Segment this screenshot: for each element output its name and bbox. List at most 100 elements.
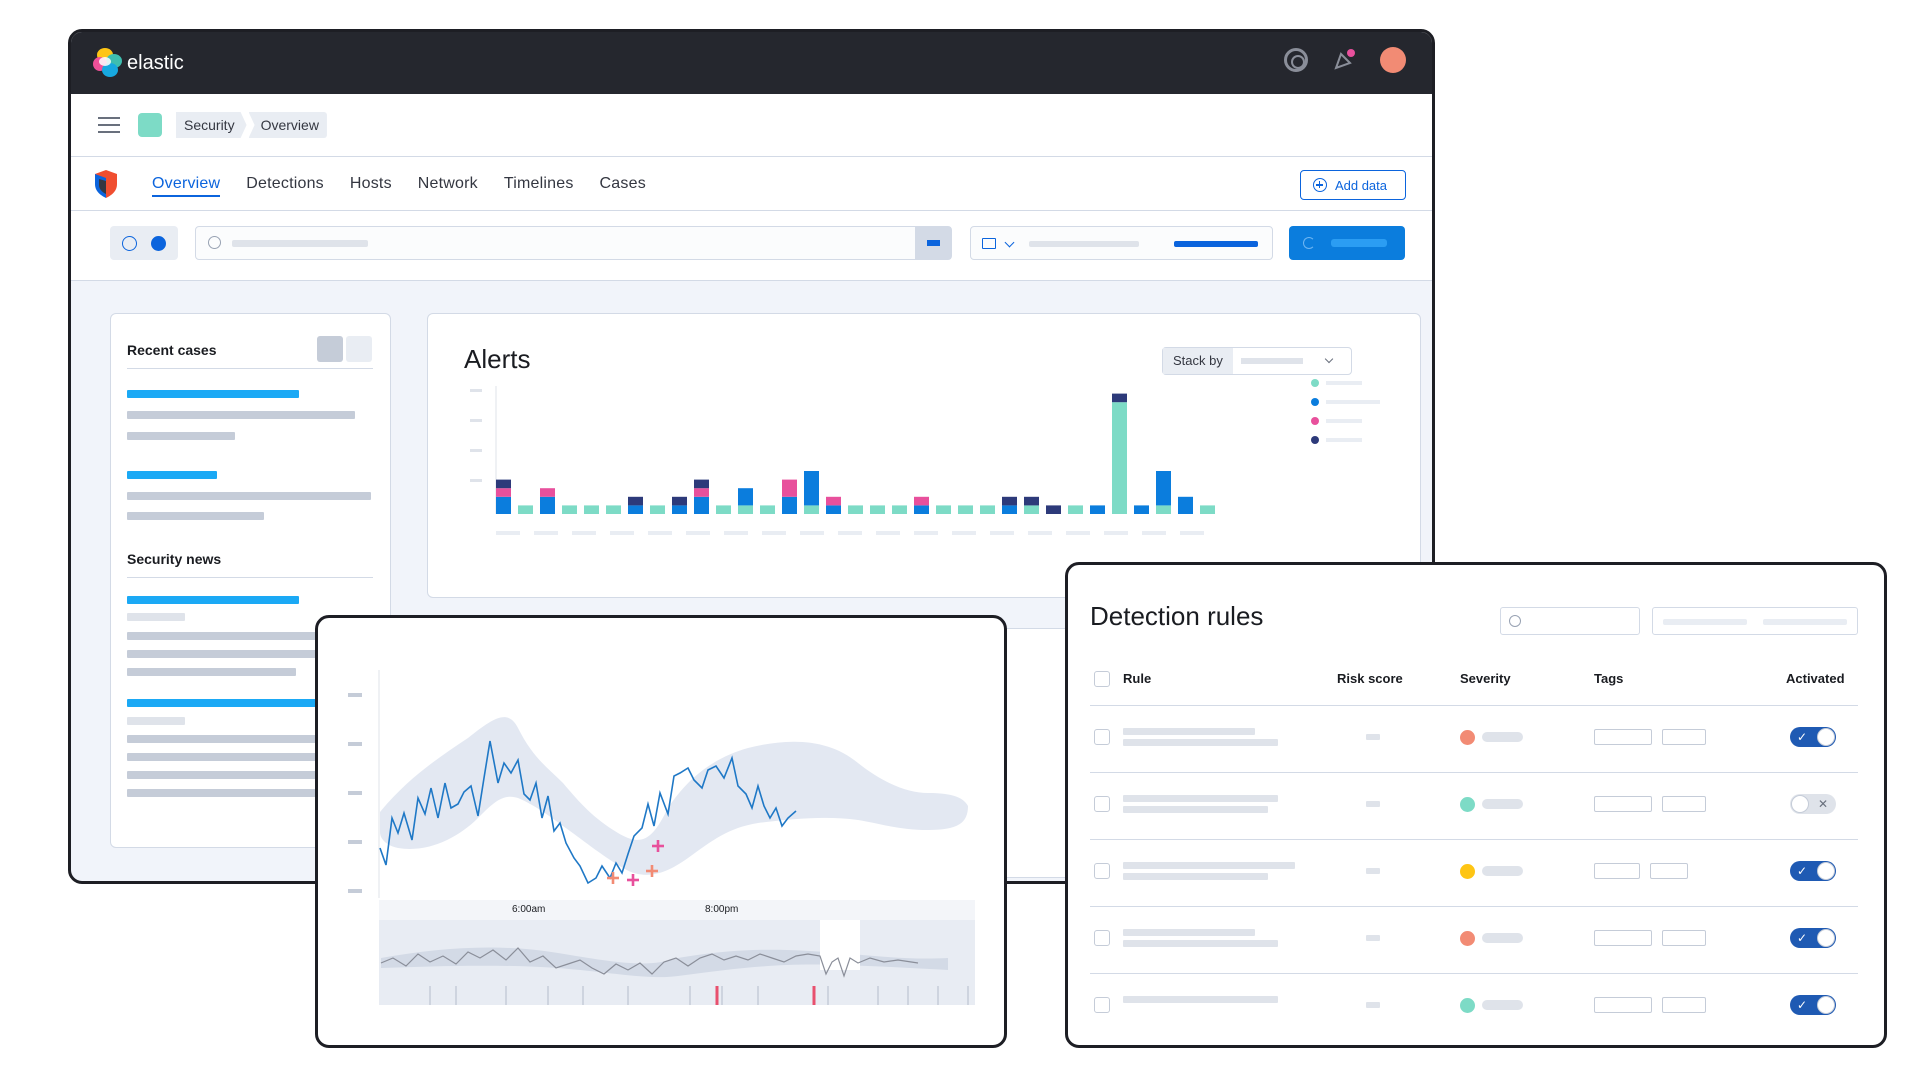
histogram-bar (672, 496, 687, 506)
x-axis-tick (534, 531, 558, 535)
tab-cases[interactable]: Cases (587, 157, 659, 210)
tab-network[interactable]: Network (405, 157, 491, 210)
tab-timelines[interactable]: Timelines (491, 157, 587, 210)
plus-circle-icon (1312, 178, 1327, 192)
rule-name-placeholder[interactable] (1123, 929, 1255, 936)
case-settings-button[interactable] (346, 336, 372, 362)
rule-name-placeholder[interactable] (1123, 996, 1278, 1003)
risk-score-placeholder (1366, 801, 1380, 807)
severity-label-placeholder (1482, 799, 1523, 809)
switch-knob (1817, 996, 1835, 1014)
histogram-bar (562, 505, 577, 514)
row-divider (1090, 705, 1858, 706)
activated-switch[interactable]: ✓ (1790, 727, 1836, 747)
tab-overview[interactable]: Overview (139, 157, 233, 210)
row-checkbox[interactable] (1094, 997, 1110, 1013)
hamburger-menu-icon[interactable] (98, 117, 120, 133)
refresh-button[interactable] (1289, 226, 1405, 260)
create-case-button[interactable] (317, 336, 343, 362)
histogram-bar (1024, 505, 1039, 514)
column-activated[interactable]: Activated (1786, 671, 1845, 686)
histogram-bar (1068, 505, 1083, 514)
histogram-bar (606, 505, 621, 514)
row-divider (1090, 973, 1858, 974)
histogram-bar (496, 496, 511, 514)
histogram-bar (518, 505, 533, 514)
rule-name-placeholder[interactable] (1123, 739, 1278, 746)
date-picker[interactable] (970, 226, 1273, 260)
search-input[interactable] (195, 226, 952, 260)
tab-detections[interactable]: Detections (233, 157, 337, 210)
switch-knob (1791, 795, 1809, 813)
legend-label (1326, 438, 1362, 442)
check-icon: ✓ (1797, 998, 1808, 1012)
histogram-bar (1112, 402, 1127, 514)
anomaly-timeseries (348, 670, 975, 1005)
histogram-bar (892, 505, 907, 514)
breadcrumb: Security Overview (176, 112, 327, 138)
legend-swatch (1311, 398, 1319, 406)
rule-name-placeholder[interactable] (1123, 873, 1268, 880)
row-checkbox[interactable] (1094, 863, 1110, 879)
select-all-checkbox[interactable] (1094, 671, 1110, 687)
search-placeholder (232, 240, 368, 247)
histogram-bar (1156, 505, 1171, 514)
tag-chip (1662, 796, 1706, 812)
newsfeed-icon[interactable] (1332, 48, 1356, 72)
histogram-bar (628, 496, 643, 506)
rule-name-placeholder[interactable] (1123, 862, 1295, 869)
tab-hosts[interactable]: Hosts (337, 157, 405, 210)
rule-name-placeholder[interactable] (1123, 806, 1268, 813)
x-axis-tick (800, 531, 824, 535)
alerts-panel: Alerts Stack by (427, 313, 1421, 598)
histogram-bar (1200, 505, 1215, 514)
histogram-bar (1024, 496, 1039, 506)
histogram-bar (694, 496, 709, 514)
activated-switch[interactable]: ✓ (1790, 861, 1836, 881)
breadcrumb-security[interactable]: Security (176, 112, 247, 138)
check-icon: ✓ (1797, 730, 1808, 744)
check-icon: ✓ (1797, 864, 1808, 878)
calendar-icon (982, 238, 996, 249)
activated-switch[interactable]: ✕ (1790, 794, 1836, 814)
filter-button[interactable] (915, 227, 951, 259)
activated-switch[interactable]: ✓ (1790, 928, 1836, 948)
refresh-icon (1303, 237, 1315, 249)
histogram-bar (1046, 505, 1061, 514)
user-avatar[interactable] (1380, 47, 1406, 73)
recent-case-link[interactable] (127, 390, 299, 398)
row-checkbox[interactable] (1094, 729, 1110, 745)
legend-swatch (1311, 379, 1319, 387)
switch-knob (1817, 862, 1835, 880)
brand-name: elastic (127, 51, 184, 74)
recent-case-link[interactable] (127, 471, 217, 479)
histogram-bar (870, 505, 885, 514)
elastic-logo[interactable]: elastic (93, 48, 184, 78)
activated-switch[interactable]: ✓ (1790, 995, 1836, 1015)
elastic-logo-icon (93, 48, 123, 78)
time-label-end: 8:00pm (705, 904, 739, 915)
row-checkbox[interactable] (1094, 796, 1110, 812)
column-risk-score[interactable]: Risk score (1337, 671, 1403, 686)
histogram-bar (760, 505, 775, 514)
space-avatar[interactable] (138, 113, 162, 137)
risk-score-placeholder (1366, 935, 1380, 941)
add-data-button[interactable]: Add data (1299, 170, 1406, 200)
detection-rules-title: Detection rules (1090, 601, 1264, 631)
severity-label-placeholder (1482, 866, 1523, 876)
row-divider (1090, 839, 1858, 840)
rules-search-input[interactable] (1500, 607, 1640, 635)
help-icon[interactable] (1284, 48, 1308, 72)
column-rule[interactable]: Rule (1123, 671, 1151, 686)
rule-name-placeholder[interactable] (1123, 795, 1278, 802)
row-checkbox[interactable] (1094, 930, 1110, 946)
rule-name-placeholder[interactable] (1123, 940, 1278, 947)
x-axis-tick (496, 531, 520, 535)
histogram-bar (540, 496, 555, 514)
rules-filter-group[interactable] (1652, 607, 1858, 635)
column-severity[interactable]: Severity (1460, 671, 1511, 686)
news-link[interactable] (127, 596, 299, 604)
rule-name-placeholder[interactable] (1123, 728, 1255, 735)
query-toggle[interactable] (110, 226, 178, 260)
column-tags[interactable]: Tags (1594, 671, 1623, 686)
